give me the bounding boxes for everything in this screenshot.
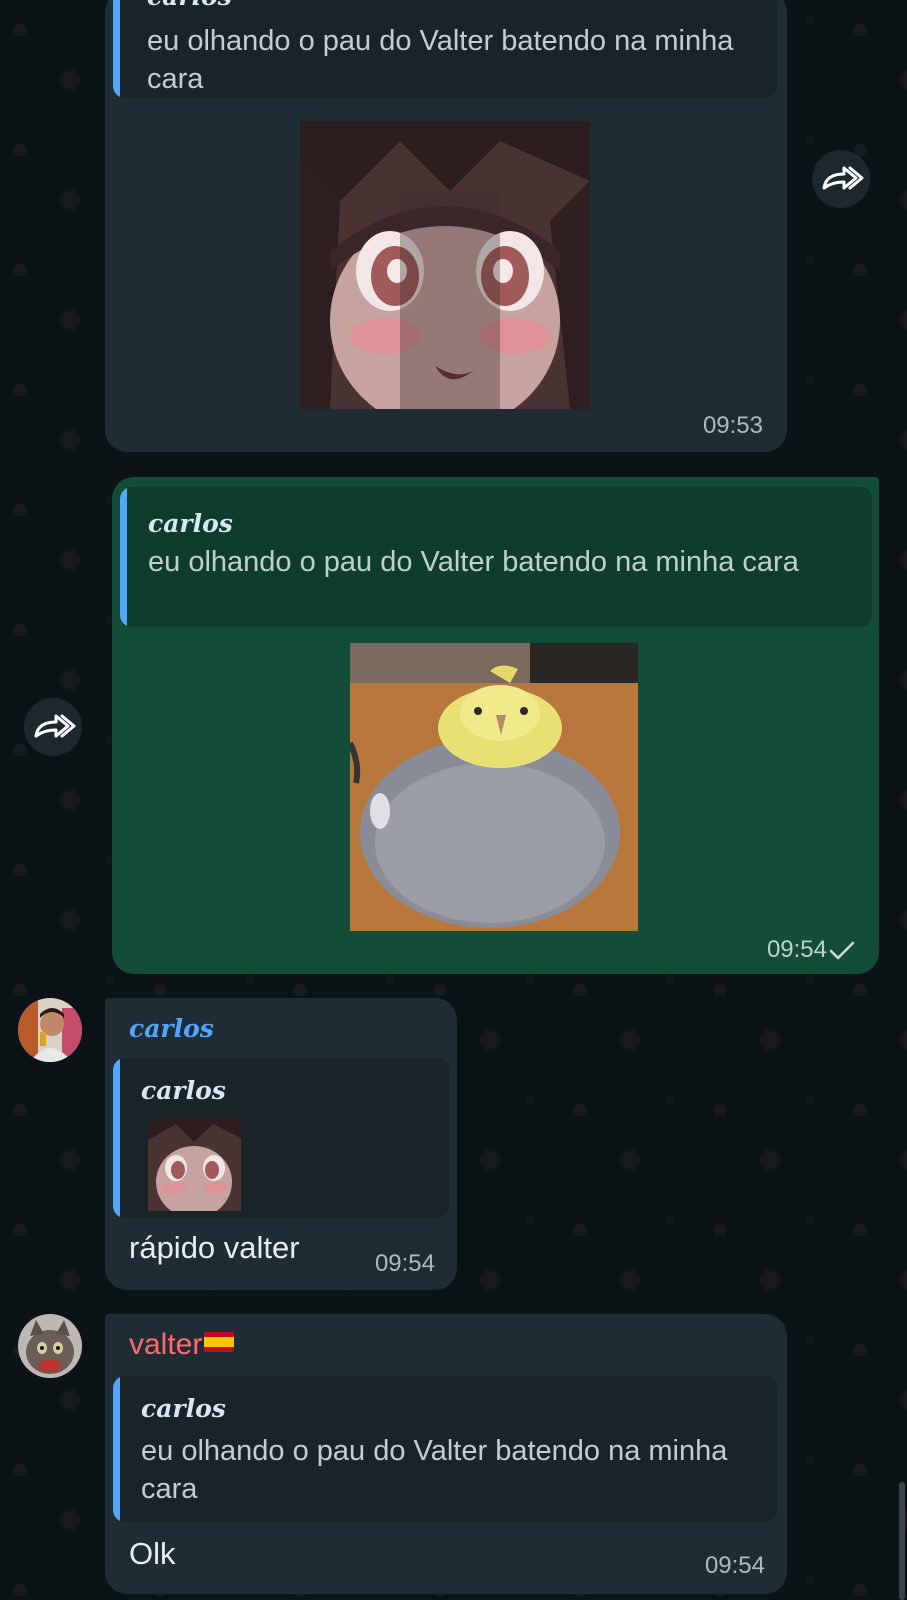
message-timestamp: 09:53 xyxy=(702,412,763,439)
anime-face-thumbnail xyxy=(148,1118,241,1211)
forward-button[interactable] xyxy=(812,150,870,208)
quoted-message[interactable]: carlos xyxy=(113,1058,449,1218)
quoted-message[interactable]: carlos eu olhando o pau do Valter batend… xyxy=(120,487,872,627)
message-bubble-outgoing[interactable]: carlos eu olhando o pau do Valter batend… xyxy=(112,477,879,974)
forward-arrow-icon xyxy=(34,714,76,738)
sender-name[interactable]: valter xyxy=(129,1328,235,1362)
chat-background: carlos eu olhando o pau do Valter batend… xyxy=(0,0,907,1600)
quoted-message[interactable]: carlos eu olhando o pau do Valter batend… xyxy=(113,1376,777,1522)
quoted-image-thumbnail xyxy=(148,1118,241,1211)
message-image[interactable] xyxy=(300,121,590,409)
forward-button[interactable] xyxy=(24,698,82,756)
cockatiel-bird-image xyxy=(350,643,638,931)
message-text: Olk xyxy=(129,1536,176,1571)
quote-accent-bar xyxy=(113,1058,120,1218)
anime-face-image xyxy=(300,121,590,409)
quoted-sender-name: carlos xyxy=(141,1394,226,1423)
quoted-sender-name: carlos xyxy=(141,1076,226,1105)
forward-arrow-icon xyxy=(822,166,864,190)
spain-flag-icon xyxy=(204,1332,235,1352)
message-image[interactable] xyxy=(350,643,638,931)
quote-accent-bar xyxy=(113,0,120,98)
message-bubble-incoming[interactable]: valter carlos eu olhando o pau do Valter… xyxy=(105,1314,787,1594)
scrollbar-thumb[interactable] xyxy=(899,1482,905,1600)
single-check-icon xyxy=(829,940,855,962)
message-bubble-incoming[interactable]: carlos eu olhando o pau do Valter batend… xyxy=(105,0,787,452)
quote-accent-bar xyxy=(120,487,127,627)
avatar-valter[interactable] xyxy=(18,1314,82,1378)
avatar-carlos[interactable] xyxy=(18,998,82,1062)
quoted-message-text: eu olhando o pau do Valter batendo na mi… xyxy=(148,546,799,578)
quote-accent-bar xyxy=(113,1376,120,1522)
quoted-message[interactable]: carlos eu olhando o pau do Valter batend… xyxy=(113,0,777,98)
quoted-sender-name: carlos xyxy=(147,0,232,11)
message-bubble-incoming[interactable]: carlos carlos rápido valter 09:54 xyxy=(105,998,457,1290)
sender-name[interactable]: carlos xyxy=(129,1014,214,1043)
message-timestamp: 09:54 xyxy=(766,936,827,963)
message-timestamp: 09:54 xyxy=(374,1250,435,1277)
message-text: rápido valter xyxy=(129,1230,300,1265)
quoted-message-text: eu olhando o pau do Valter batendo na mi… xyxy=(147,25,734,95)
quoted-sender-name: carlos xyxy=(148,509,233,538)
quoted-message-text: eu olhando o pau do Valter batendo na mi… xyxy=(141,1435,728,1505)
message-timestamp: 09:54 xyxy=(704,1552,765,1579)
